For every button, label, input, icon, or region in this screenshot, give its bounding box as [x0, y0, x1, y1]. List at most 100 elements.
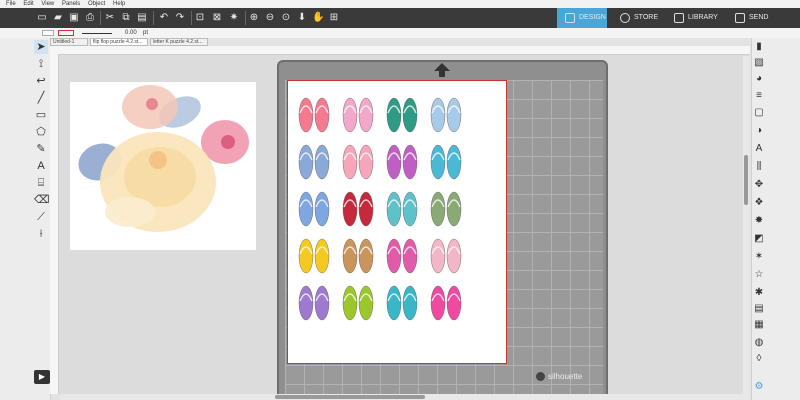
line-width-value[interactable]: 0.00: [125, 28, 137, 38]
flip-flop-pair[interactable]: [386, 238, 418, 274]
line-tool-icon[interactable]: ╱: [34, 91, 48, 105]
modify-icon[interactable]: ✸: [752, 214, 766, 228]
fit-to-page-icon[interactable]: ⊞: [328, 12, 340, 24]
undo-icon[interactable]: ↶: [158, 12, 170, 24]
transparency-icon[interactable]: ◑: [752, 124, 766, 138]
flip-flop-pair[interactable]: [386, 191, 418, 227]
pan-hand-icon[interactable]: ✋: [312, 12, 324, 24]
pattern-icon[interactable]: ▦: [752, 318, 766, 332]
tab-design[interactable]: DESIGN: [557, 8, 607, 28]
flip-flop-pair[interactable]: [298, 144, 330, 180]
flip-flop-pair[interactable]: [386, 285, 418, 321]
library-panel-icon[interactable]: ▧: [752, 56, 766, 70]
eyedropper-icon[interactable]: ⟊: [34, 227, 48, 241]
trace-icon[interactable]: ✶: [752, 250, 766, 264]
vertical-scroll-thumb[interactable]: [744, 155, 748, 205]
print-cut-icon[interactable]: ◊: [752, 352, 766, 366]
grid-icon: [565, 13, 575, 23]
page-setup-icon[interactable]: ▮: [752, 40, 766, 54]
knife-tool-icon[interactable]: ⟋: [34, 210, 48, 224]
select-arrow-icon[interactable]: ➤: [34, 40, 48, 54]
rectangle-tool-icon[interactable]: ▭: [34, 108, 48, 122]
zoom-select-icon[interactable]: ⊙: [280, 12, 292, 24]
doc-tab-untitled[interactable]: Untitled-1: [50, 38, 88, 46]
page-area[interactable]: [287, 80, 507, 364]
align-icon[interactable]: ⫼: [752, 160, 766, 174]
fill-palette-icon[interactable]: ◕: [752, 72, 766, 86]
rotate-icon[interactable]: ✷: [228, 12, 240, 24]
zoom-out-icon[interactable]: ⊖: [264, 12, 276, 24]
menu-object[interactable]: Object: [88, 0, 105, 8]
text-style-icon[interactable]: A: [752, 142, 766, 156]
vertical-scrollbar[interactable]: [743, 56, 749, 396]
menu-edit[interactable]: Edit: [23, 0, 33, 8]
flip-flop-pair[interactable]: [342, 144, 374, 180]
new-document-icon[interactable]: ▭: [36, 12, 48, 24]
doc-tab-flip-flop[interactable]: flip flop puzzle 4.2.st...: [90, 38, 148, 46]
flip-flop-pair[interactable]: [430, 238, 462, 274]
cut-icon[interactable]: ✂: [104, 12, 116, 24]
flip-flop-pair[interactable]: [430, 191, 462, 227]
flip-flop-pair[interactable]: [386, 144, 418, 180]
menu-file[interactable]: File: [6, 0, 16, 8]
doc-tab-letter-k[interactable]: letter K puzzle 4.2.st...: [150, 38, 208, 46]
property-bar: 0.00 pt: [0, 28, 800, 38]
text-tool-icon[interactable]: A: [34, 159, 48, 173]
offset-icon[interactable]: ◩: [752, 232, 766, 246]
load-direction-arrow-icon: [434, 63, 450, 77]
flip-flop-pair[interactable]: [298, 285, 330, 321]
zoom-fit-icon[interactable]: ⬇: [296, 12, 308, 24]
polygon-tool-icon[interactable]: ⬠: [34, 125, 48, 139]
toolbar-divider: [100, 11, 101, 25]
deselect-icon[interactable]: ⊠: [211, 12, 223, 24]
main-toolbar: ▭ ▰ ▣ ⎙ ✂ ⧉ ▤ ↶ ↷ ⊡ ⊠ ✷ ⊕ ⊖ ⊙ ⬇ ✋ ⊞ DESI…: [0, 8, 800, 28]
save-icon[interactable]: ▣: [68, 12, 80, 24]
layers-icon[interactable]: ▤: [752, 302, 766, 316]
horizontal-scroll-thumb[interactable]: [275, 395, 425, 399]
sketch-icon[interactable]: ✱: [752, 286, 766, 300]
zoom-in-icon[interactable]: ⊕: [248, 12, 260, 24]
text-path-icon[interactable]: ⌸: [34, 176, 48, 190]
flip-flop-pair[interactable]: [430, 144, 462, 180]
folder-icon[interactable]: ▶: [34, 370, 50, 384]
print-icon[interactable]: ⎙: [84, 12, 96, 24]
flip-flop-pair[interactable]: [430, 97, 462, 133]
favorites-star-icon[interactable]: ☆: [752, 268, 766, 282]
settings-gear-icon[interactable]: ⚙: [752, 380, 766, 394]
select-all-icon[interactable]: ⊡: [194, 12, 206, 24]
tab-store-label: STORE: [634, 14, 658, 21]
flip-flop-pair[interactable]: [342, 191, 374, 227]
color-wheel-icon[interactable]: ◍: [752, 336, 766, 350]
line-color-swatch[interactable]: [58, 30, 74, 36]
flip-flop-pair[interactable]: [342, 238, 374, 274]
toolbar-divider: [191, 11, 192, 25]
replicate-icon[interactable]: ❖: [752, 196, 766, 210]
point-edit-icon[interactable]: ⟟: [34, 57, 48, 71]
shapes-icon[interactable]: ↩: [34, 74, 48, 88]
fill-color-swatch[interactable]: [42, 30, 54, 36]
tab-send[interactable]: SEND: [727, 8, 787, 28]
transform-icon[interactable]: ✥: [752, 178, 766, 192]
flip-flop-pair[interactable]: [298, 191, 330, 227]
flip-flop-pair[interactable]: [342, 97, 374, 133]
menu-view[interactable]: View: [41, 0, 54, 8]
paste-icon[interactable]: ▤: [136, 12, 148, 24]
line-style-selector[interactable]: [82, 33, 112, 34]
menu-panels[interactable]: Panels: [62, 0, 80, 8]
line-style-icon[interactable]: ≡: [752, 89, 766, 103]
flip-flop-pair[interactable]: [386, 97, 418, 133]
flip-flop-pair[interactable]: [430, 285, 462, 321]
copy-icon[interactable]: ⧉: [120, 12, 132, 24]
tab-library[interactable]: LIBRARY: [666, 8, 722, 28]
tab-store[interactable]: STORE: [612, 8, 662, 28]
flip-flop-pair[interactable]: [298, 97, 330, 133]
open-folder-icon[interactable]: ▰: [52, 12, 64, 24]
pen-tool-icon[interactable]: ✎: [34, 142, 48, 156]
menu-help[interactable]: Help: [113, 0, 125, 8]
eraser-icon[interactable]: ⌫: [34, 193, 50, 207]
redo-icon[interactable]: ↷: [174, 12, 186, 24]
floral-watercolor-image[interactable]: [70, 82, 256, 250]
line-color-icon[interactable]: ▢: [752, 106, 766, 120]
flip-flop-pair[interactable]: [342, 285, 374, 321]
flip-flop-pair[interactable]: [298, 238, 330, 274]
